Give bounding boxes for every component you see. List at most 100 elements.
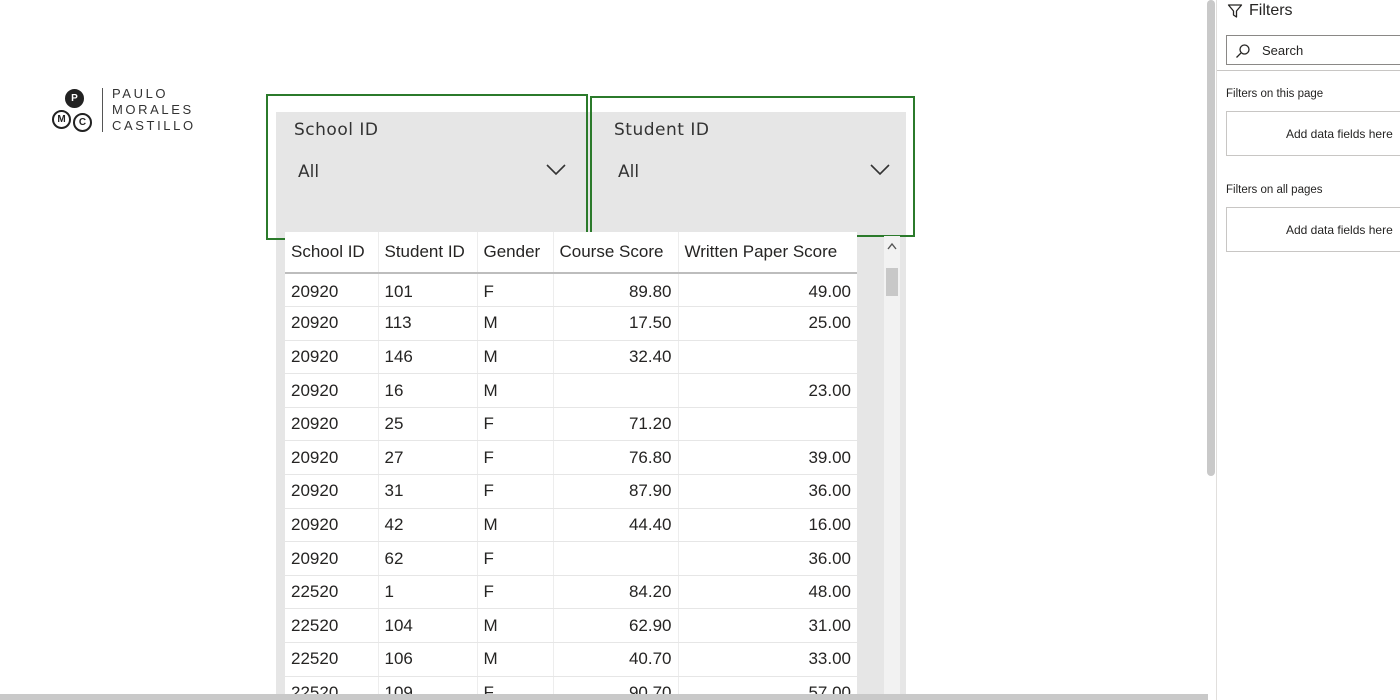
table-cell: M	[477, 340, 554, 375]
table-cell: 36.00	[678, 474, 857, 509]
logo: P M C PAULO MORALES CASTILLO	[50, 86, 220, 136]
table-cell: 27	[378, 440, 478, 476]
table-cell: 20920	[285, 306, 379, 341]
school-id-dropdown-value: All	[298, 162, 320, 182]
school-id-dropdown[interactable]: All	[288, 154, 574, 186]
table-body: 20920 101 F 89.80 49.00 20920 113 M 17.50 25.00 20…	[285, 273, 857, 694]
table-cell: F	[477, 575, 554, 610]
table-cell: 25.00	[678, 306, 857, 341]
table-cell: M	[477, 508, 554, 543]
table-cell: 22520	[285, 575, 379, 610]
filters-on-this-page-label: Filters on this page	[1226, 88, 1324, 100]
table-cell: 76.80	[553, 440, 679, 476]
logo-name-line-2: MORALES	[112, 102, 194, 117]
search-icon	[1236, 44, 1250, 58]
table-row[interactable]: 20920 42 M 44.40 16.00	[285, 508, 857, 543]
school-id-slicer-title: School ID	[294, 120, 379, 140]
column-header-student-id[interactable]: Student ID	[378, 232, 478, 274]
table-cell: 84.20	[553, 575, 679, 610]
table-cell: 57.00	[678, 676, 857, 694]
table-row[interactable]: 20920 113 M 17.50 25.00	[285, 306, 857, 341]
table-cell: 39.00	[678, 440, 857, 476]
table-cell: 25	[378, 407, 478, 442]
filters-header[interactable]: Filters	[1227, 0, 1293, 22]
table-cell: 89.80	[553, 273, 679, 308]
table-row[interactable]: 22520 106 M 40.70 33.00	[285, 642, 857, 677]
table-row[interactable]: 20920 101 F 89.80 49.00	[285, 273, 857, 308]
filters-search-placeholder: Search	[1262, 43, 1304, 58]
chevron-down-icon	[870, 164, 890, 176]
table-cell: 20920	[285, 508, 379, 543]
filters-on-all-pages-drop-well[interactable]: Add data fields here	[1226, 207, 1400, 252]
logo-initial-p: P	[65, 89, 84, 108]
table-header-row: School ID Student ID Gender Course Score…	[285, 232, 857, 274]
table-cell: 62.90	[553, 608, 679, 644]
table-cell	[678, 340, 857, 375]
filters-search-input[interactable]: Search	[1226, 35, 1400, 65]
student-id-dropdown-value: All	[618, 162, 640, 182]
column-header-written-paper-score[interactable]: Written Paper Score	[678, 232, 857, 274]
logo-initial-m: M	[52, 110, 71, 129]
student-id-dropdown[interactable]: All	[608, 154, 898, 186]
school-id-slicer[interactable]: School ID All	[276, 112, 584, 222]
table-cell: 33.00	[678, 642, 857, 677]
filter-icon	[1227, 4, 1243, 18]
table-cell: 44.40	[553, 508, 679, 543]
table-row[interactable]: 20920 16 M 23.00	[285, 373, 857, 408]
table-cell: 22520	[285, 608, 379, 644]
table-cell: 40.70	[553, 642, 679, 677]
chevron-up-icon[interactable]	[887, 242, 897, 250]
table-cell: 36.00	[678, 541, 857, 576]
table-cell: 16	[378, 373, 478, 408]
table-cell: F	[477, 474, 554, 509]
table-cell: 20920	[285, 273, 379, 308]
scores-table: School ID Student ID Gender Course Score…	[285, 232, 857, 694]
table-cell: 71.20	[553, 407, 679, 442]
filters-on-this-page-well-text: Add data fields here	[1286, 127, 1393, 141]
table-scrollbar[interactable]	[884, 236, 900, 694]
table-row[interactable]: 20920 25 F 71.20	[285, 407, 857, 442]
student-id-slicer[interactable]: Student ID All	[596, 112, 906, 222]
table-row[interactable]: 20920 31 F 87.90 36.00	[285, 474, 857, 509]
table-cell: 113	[378, 306, 478, 341]
table-cell	[553, 373, 679, 408]
table-cell: 48.00	[678, 575, 857, 610]
table-row[interactable]: 22520 104 M 62.90 31.00	[285, 608, 857, 644]
filters-title: Filters	[1249, 2, 1293, 19]
table-cell: 23.00	[678, 373, 857, 408]
page-vertical-scrollbar[interactable]	[1207, 0, 1215, 476]
table-row[interactable]: 20920 62 F 36.00	[285, 541, 857, 576]
table-cell: 104	[378, 608, 478, 644]
table-row[interactable]: 20920 146 M 32.40	[285, 340, 857, 375]
scores-table-visual[interactable]: School ID Student ID Gender Course Score…	[285, 232, 857, 694]
table-cell: F	[477, 541, 554, 576]
table-cell: 22520	[285, 642, 379, 677]
table-cell: F	[477, 676, 554, 694]
table-cell: 17.50	[553, 306, 679, 341]
filters-on-this-page-drop-well[interactable]: Add data fields here	[1226, 111, 1400, 156]
table-cell	[553, 541, 679, 576]
column-header-gender[interactable]: Gender	[477, 232, 554, 274]
table-cell: 42	[378, 508, 478, 543]
table-cell: M	[477, 608, 554, 644]
table-cell: 20920	[285, 373, 379, 408]
column-header-course-score[interactable]: Course Score	[553, 232, 679, 274]
table-cell: F	[477, 407, 554, 442]
logo-divider	[102, 88, 103, 132]
table-scrollbar-thumb[interactable]	[886, 268, 898, 296]
table-row[interactable]: 20920 27 F 76.80 39.00	[285, 440, 857, 476]
table-cell: 20920	[285, 440, 379, 476]
table-cell: 20920	[285, 340, 379, 375]
filters-on-all-pages-well-text: Add data fields here	[1286, 223, 1393, 237]
column-header-school-id[interactable]: School ID	[285, 232, 379, 274]
page-horizontal-scrollbar[interactable]	[0, 694, 1208, 700]
table-cell: 109	[378, 676, 478, 694]
table-cell: 87.90	[553, 474, 679, 509]
logo-name: PAULO MORALES CASTILLO	[112, 86, 196, 134]
table-cell: M	[477, 306, 554, 341]
table-cell: 32.40	[553, 340, 679, 375]
filters-pane: Filters Search Filters on this page Add …	[1216, 0, 1400, 700]
table-row[interactable]: 22520 1 F 84.20 48.00	[285, 575, 857, 610]
table-cell: M	[477, 373, 554, 408]
table-row[interactable]: 22520 109 F 90.70 57.00	[285, 676, 857, 694]
